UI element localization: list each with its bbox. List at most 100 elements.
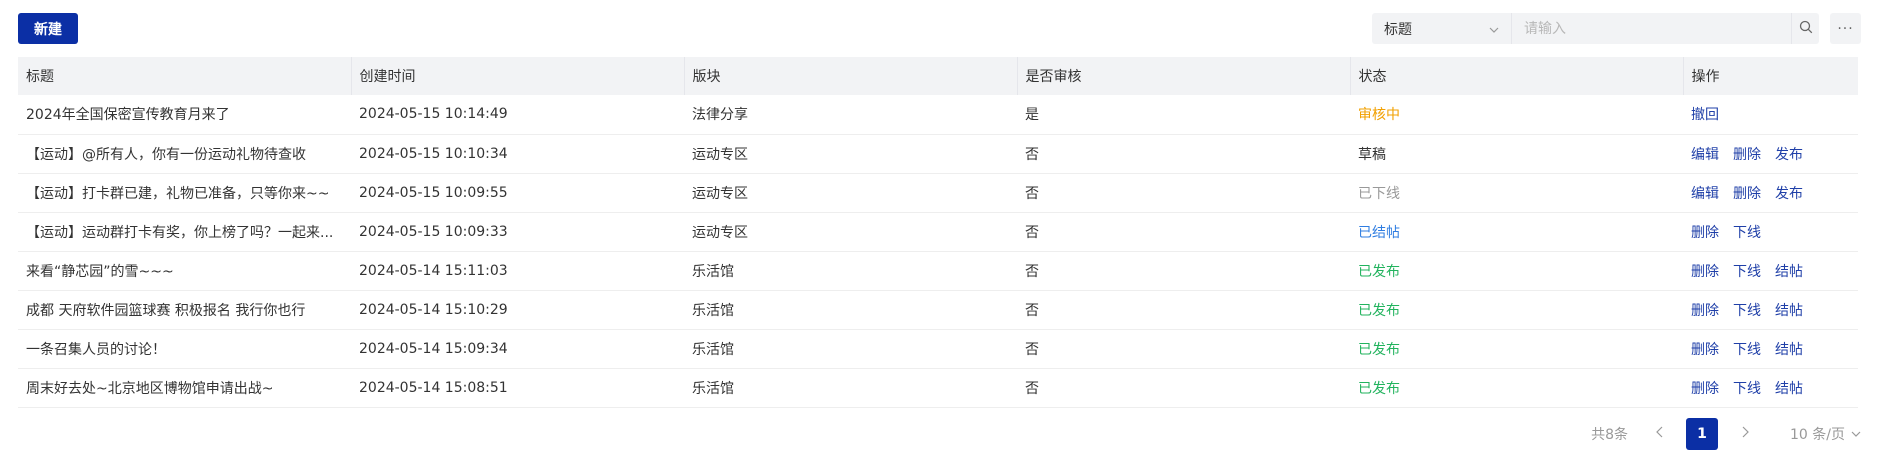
withdraw-button[interactable]: 撤回 [1691, 107, 1719, 123]
page-size-select[interactable]: 10 条/页 [1790, 424, 1861, 444]
chevron-down-icon [1489, 22, 1499, 36]
cell-reviewed: 否 [1017, 134, 1350, 174]
table-row: 2024年全国保密宣传教育月来了 2024-05-15 10:14:49 法律分享是… [18, 95, 1858, 135]
cell-reviewed: 否 [1017, 212, 1350, 252]
cell-created-time: 2024-05-15 10:14:49 [351, 95, 684, 135]
chevron-down-icon [1851, 431, 1861, 437]
delete-button[interactable]: 删除 [1691, 303, 1719, 319]
status-badge: 已发布 [1350, 368, 1683, 408]
cell-created-time: 2024-05-15 10:09:55 [351, 173, 684, 213]
table-row: 【运动】打卡群已建，礼物已准备，只等你来~~ 2024-05-15 10:09:5… [18, 173, 1858, 213]
table-row: 周末好去处~北京地区博物馆申请出战~ 2024-05-14 15:08:51 乐活馆… [18, 368, 1858, 408]
edit-button[interactable]: 编辑 [1691, 147, 1719, 163]
cell-title: 2024年全国保密宣传教育月来了 [18, 95, 351, 135]
cell-section: 乐活馆 [684, 368, 1017, 408]
close-post-button[interactable]: 结帖 [1775, 264, 1803, 280]
filter-field-value: 标题 [1384, 21, 1412, 38]
offline-button[interactable]: 下线 [1733, 225, 1761, 241]
cell-created-time: 2024-05-15 10:09:33 [351, 212, 684, 252]
cell-reviewed: 否 [1017, 173, 1350, 213]
status-badge: 已下线 [1350, 173, 1683, 213]
more-button[interactable]: ··· [1830, 13, 1861, 44]
cell-actions: 删除 下线 [1683, 212, 1858, 252]
next-page-button[interactable] [1730, 426, 1760, 442]
cell-actions: 删除 下线 结帖 [1683, 251, 1858, 291]
cell-actions: 删除 下线 结帖 [1683, 329, 1858, 369]
status-badge: 草稿 [1350, 134, 1683, 174]
delete-button[interactable]: 删除 [1733, 186, 1761, 202]
cell-actions: 编辑 删除 发布 [1683, 134, 1858, 174]
cell-actions: 删除 下线 结帖 [1683, 290, 1858, 330]
filter-field-select[interactable]: 标题 [1372, 13, 1511, 44]
offline-button[interactable]: 下线 [1733, 264, 1761, 280]
delete-button[interactable]: 删除 [1691, 342, 1719, 358]
header-status: 状态 [1350, 57, 1684, 95]
prev-page-button[interactable] [1644, 426, 1674, 442]
delete-button[interactable]: 删除 [1691, 225, 1719, 241]
cell-title: 【运动】@所有人，你有一份运动礼物待查收 [18, 134, 351, 174]
close-post-button[interactable]: 结帖 [1775, 303, 1803, 319]
cell-section: 运动专区 [684, 134, 1017, 174]
cell-actions: 编辑 删除 发布 [1683, 173, 1858, 213]
chevron-left-icon [1655, 426, 1662, 438]
chevron-right-icon [1742, 426, 1749, 438]
table-row: 【运动】@所有人，你有一份运动礼物待查收 2024-05-15 10:10:34 运… [18, 134, 1858, 174]
cell-created-time: 2024-05-14 15:09:34 [351, 329, 684, 369]
new-button[interactable]: 新建 [18, 13, 78, 44]
cell-title: 【运动】打卡群已建，礼物已准备，只等你来~~ [18, 173, 351, 213]
publish-button[interactable]: 发布 [1775, 147, 1803, 163]
delete-button[interactable]: 删除 [1691, 381, 1719, 397]
delete-button[interactable]: 删除 [1691, 264, 1719, 280]
close-post-button[interactable]: 结帖 [1775, 381, 1803, 397]
status-badge: 已发布 [1350, 329, 1683, 369]
cell-reviewed: 否 [1017, 251, 1350, 291]
header-actions: 操作 [1683, 57, 1858, 95]
search-button[interactable] [1791, 13, 1819, 44]
header-title: 标题 [18, 57, 352, 95]
cell-title: 周末好去处~北京地区博物馆申请出战~ [18, 368, 351, 408]
status-badge: 审核中 [1350, 95, 1683, 135]
toolbar: 新建 标题 ··· [18, 13, 1861, 45]
cell-reviewed: 否 [1017, 329, 1350, 369]
cell-created-time: 2024-05-14 15:10:29 [351, 290, 684, 330]
cell-section: 乐活馆 [684, 329, 1017, 369]
search-input[interactable] [1511, 13, 1791, 44]
header-section: 版块 [684, 57, 1018, 95]
publish-button[interactable]: 发布 [1775, 186, 1803, 202]
cell-actions: 删除 下线 结帖 [1683, 368, 1858, 408]
status-badge: 已结帖 [1350, 212, 1683, 252]
cell-actions: 撤回 [1683, 95, 1858, 135]
offline-button[interactable]: 下线 [1733, 342, 1761, 358]
search-icon [1799, 20, 1813, 38]
table-row: 成都 天府软件园篮球赛 积极报名 我行你也行 2024-05-14 15:10:2… [18, 290, 1858, 330]
header-reviewed: 是否审核 [1017, 57, 1351, 95]
table-header: 标题 创建时间 版块 是否审核 状态 操作 [18, 57, 1858, 95]
offline-button[interactable]: 下线 [1733, 303, 1761, 319]
status-badge: 已发布 [1350, 251, 1683, 291]
cell-section: 法律分享 [684, 95, 1017, 135]
cell-title: 来看“静芯园”的雪~~~ [18, 251, 351, 291]
cell-created-time: 2024-05-14 15:08:51 [351, 368, 684, 408]
cell-title: 一条召集人员的讨论！ [18, 329, 351, 369]
total-count: 共8条 [1591, 427, 1629, 443]
cell-title: 成都 天府软件园篮球赛 积极报名 我行你也行 [18, 290, 351, 330]
cell-created-time: 2024-05-14 15:11:03 [351, 251, 684, 291]
cell-title: 【运动】运动群打卡有奖，你上榜了吗？一起来... [18, 212, 351, 252]
cell-reviewed: 否 [1017, 290, 1350, 330]
table-row: 【运动】运动群打卡有奖，你上榜了吗？一起来... 2024-05-15 10:09… [18, 212, 1858, 252]
cell-reviewed: 否 [1017, 368, 1350, 408]
page-1-button[interactable]: 1 [1686, 418, 1719, 450]
offline-button[interactable]: 下线 [1733, 381, 1761, 397]
cell-section: 运动专区 [684, 212, 1017, 252]
cell-section: 运动专区 [684, 173, 1017, 213]
table-row: 一条召集人员的讨论！ 2024-05-14 15:09:34 乐活馆否已发布 删除 下线… [18, 329, 1858, 369]
cell-reviewed: 是 [1017, 95, 1350, 135]
posts-table: 标题 创建时间 版块 是否审核 状态 操作 2024年全国保密宣传教育月来了 20… [18, 57, 1858, 408]
delete-button[interactable]: 删除 [1733, 147, 1761, 163]
page-size-value: 10 条/页 [1790, 427, 1845, 443]
header-created-time: 创建时间 [351, 57, 685, 95]
status-badge: 已发布 [1350, 290, 1683, 330]
close-post-button[interactable]: 结帖 [1775, 342, 1803, 358]
more-icon: ··· [1837, 20, 1854, 37]
edit-button[interactable]: 编辑 [1691, 186, 1719, 202]
